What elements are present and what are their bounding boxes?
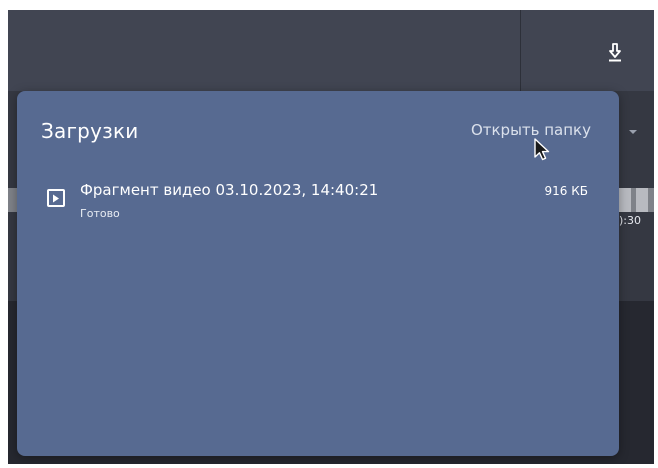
download-item-name[interactable]: Фрагмент видео 03.10.2023, 14:40:21 bbox=[80, 181, 378, 199]
video-file-icon bbox=[47, 189, 65, 207]
download-item-size: 916 КБ bbox=[544, 184, 588, 198]
open-folder-link[interactable]: Открыть папку bbox=[471, 121, 591, 139]
downloads-button[interactable] bbox=[601, 38, 629, 66]
chevron-down-icon[interactable] bbox=[629, 130, 637, 134]
mouse-cursor-icon bbox=[534, 138, 550, 161]
downloads-panel: Загрузки Открыть папку Фрагмент видео 03… bbox=[17, 91, 619, 456]
download-item[interactable]: Фрагмент видео 03.10.2023, 14:40:21 Гото… bbox=[47, 181, 592, 221]
screenshot-border-bottom bbox=[0, 464, 658, 468]
timeline-segment bbox=[636, 188, 648, 212]
download-item-status: Готово bbox=[80, 207, 120, 220]
download-icon bbox=[609, 43, 621, 62]
screenshot-border-left bbox=[0, 0, 8, 468]
timeline-time-label: ):30 bbox=[619, 214, 641, 227]
toolbar-divider bbox=[520, 10, 521, 91]
timeline-segment bbox=[619, 188, 631, 212]
top-toolbar bbox=[8, 10, 654, 91]
screenshot-border-right bbox=[654, 0, 658, 468]
screenshot-border-top bbox=[0, 0, 658, 10]
panel-title: Загрузки bbox=[41, 119, 139, 143]
